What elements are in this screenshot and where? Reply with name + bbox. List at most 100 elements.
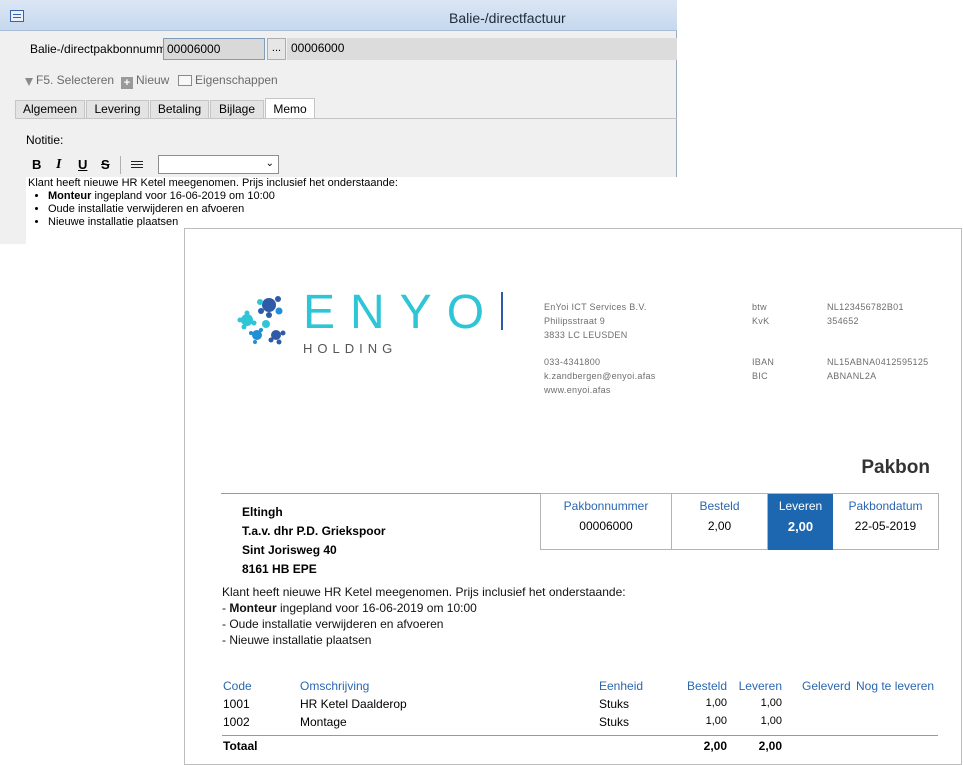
company-website: www.enyoi.afas (544, 385, 611, 395)
packing-slip-document: ENYO HOLDING EnYoi ICT Services B.V. Phi… (184, 228, 962, 765)
customer-address: Eltingh T.a.v. dhr P.D. Griekspoor Sint … (242, 503, 386, 579)
chevron-down-icon: ⌄ (265, 158, 274, 169)
tab-divider (15, 118, 677, 119)
memo-intro: Klant heeft nieuwe HR Ketel meegenomen. … (28, 177, 398, 189)
select-button[interactable]: F5. Selecteren (25, 73, 114, 87)
tab-betaling[interactable]: Betaling (150, 100, 209, 118)
total-leveren: 2,00 (758, 739, 782, 753)
company-name: EnYoi ICT Services B.V. (544, 302, 647, 312)
company-email: k.zandbergen@enyoi.afas (544, 371, 656, 381)
memo-list: Monteur ingepland voor 16-06-2019 om 10:… (28, 190, 677, 229)
title-bar: Balie-/directfactuur (0, 0, 677, 31)
customer-street: Sint Jorisweg 40 (242, 543, 337, 557)
notes-text: ingepland voor 16-06-2019 om 10:00 (276, 601, 477, 615)
info-label: Besteld (699, 499, 740, 513)
table-header-row: Code Omschrijving Eenheid Besteld Levere… (222, 679, 938, 696)
select-button-label: F5. Selecteren (36, 73, 115, 87)
pakbon-number-label: Balie-/directpakbonnummer: (30, 42, 181, 56)
info-pakbondatum: Pakbondatum 22-05-2019 (833, 494, 938, 550)
info-label: Pakbondatum (848, 499, 923, 513)
properties-button[interactable]: Eigenschappen (178, 73, 278, 87)
plus-icon: + (121, 77, 133, 89)
italic-button[interactable]: I (56, 157, 61, 173)
header-nog-te-leveren: Nog te leveren (856, 679, 935, 693)
company-city: 3833 LC LEUSDEN (544, 330, 628, 340)
customer-name: Eltingh (242, 505, 283, 519)
strikethrough-button[interactable]: S (101, 157, 110, 172)
notes-intro: Klant heeft nieuwe HR Ketel meegenomen. … (222, 585, 626, 599)
bank-labels: IBAN BIC (752, 355, 774, 383)
form-icon (10, 10, 24, 22)
properties-icon (178, 75, 192, 86)
logo-subtitle: HOLDING (303, 341, 398, 356)
tab-bijlage[interactable]: Bijlage (210, 100, 264, 118)
header-code: Code (223, 679, 252, 693)
total-besteld: 2,00 (703, 739, 727, 753)
company-phone: 033-4341800 (544, 357, 601, 367)
info-leveren: Leveren 2,00 (768, 494, 833, 550)
total-label: Totaal (223, 739, 258, 753)
logo-divider (501, 292, 503, 330)
btw-value: NL123456782B01 (827, 302, 904, 312)
header-geleverd: Geleverd (802, 679, 851, 693)
pakbon-number-input[interactable]: 00006000 (163, 38, 265, 60)
balie-window: Balie-/directfactuur Balie-/directpakbon… (0, 0, 677, 244)
info-value: 22-05-2019 (854, 519, 917, 533)
notes-bold: Monteur (229, 601, 277, 615)
cell-omschrijving: Montage (300, 715, 347, 729)
properties-button-label: Eigenschappen (195, 73, 278, 87)
arrow-down-icon (25, 78, 33, 86)
cell-leveren: 1,00 (760, 697, 782, 709)
bic-label: BIC (752, 371, 768, 381)
new-button-label: Nieuw (136, 73, 170, 87)
memo-list-item: Monteur ingepland voor 16-06-2019 om 10:… (48, 190, 677, 203)
toolbar-separator (120, 156, 121, 174)
cell-eenheid: Stuks (599, 697, 630, 711)
tax-values: NL123456782B01 354652 (827, 300, 904, 328)
bullet-list-icon[interactable] (131, 159, 143, 170)
company-street: Philipsstraat 9 (544, 316, 606, 326)
cell-eenheid: Stuks (599, 715, 630, 729)
tab-levering[interactable]: Levering (86, 100, 149, 118)
iban-label: IBAN (752, 357, 775, 367)
style-select[interactable]: ⌄ (158, 155, 279, 174)
enyo-logo-icon (237, 296, 286, 345)
header-besteld: Besteld (686, 679, 727, 693)
bic-value: ABNANL2A (827, 371, 877, 381)
pakbon-info-box: Pakbonnummer 00006000 Besteld 2,00 Lever… (540, 493, 939, 550)
info-label: Leveren (778, 499, 823, 513)
pakbon-browse-button[interactable]: ... (267, 38, 286, 60)
cell-besteld: 1,00 (705, 697, 727, 709)
header-eenheid: Eenheid (599, 679, 644, 693)
info-label: Pakbonnummer (563, 499, 649, 513)
underline-button[interactable]: U (78, 157, 87, 172)
company-contact: 033-4341800 k.zandbergen@enyoi.afas www.… (544, 355, 656, 397)
bold-button[interactable]: B (32, 157, 41, 172)
kvk-label: KvK (752, 316, 770, 326)
table-row: 1001 HR Ketel Daalderop Stuks 1,00 1,00 (222, 697, 938, 714)
notitie-label: Notitie: (26, 133, 64, 147)
bank-values: NL15ABNA0412595125 ABNANL2A (827, 355, 928, 383)
info-value: 2,00 (707, 519, 732, 533)
total-rule (222, 735, 938, 736)
new-button[interactable]: + Nieuw (121, 73, 169, 89)
tab-algemeen[interactable]: Algemeen (15, 100, 85, 118)
header-leveren: Leveren (738, 679, 782, 693)
info-besteld: Besteld 2,00 (672, 494, 768, 550)
iban-value: NL15ABNA0412595125 (827, 357, 929, 367)
notes-line: - Oude installatie verwijderen en afvoer… (222, 617, 444, 631)
memo-item-bold: Monteur (48, 190, 92, 202)
notes-line: - Nieuwe installatie plaatsen (222, 633, 372, 647)
memo-item-text: ingepland voor 16-06-2019 om 10:00 (91, 190, 275, 202)
memo-list-item: Oude installatie verwijderen en afvoeren (48, 203, 677, 216)
cell-code: 1002 (223, 715, 250, 729)
logo-wordmark: ENYO (303, 286, 500, 339)
document-notes: Klant heeft nieuwe HR Ketel meegenomen. … (222, 584, 626, 648)
customer-city: 8161 HB EPE (242, 562, 317, 576)
company-address: EnYoi ICT Services B.V. Philipsstraat 9 … (544, 300, 647, 342)
cell-omschrijving: HR Ketel Daalderop (300, 697, 407, 711)
cell-leveren: 1,00 (760, 715, 782, 727)
document-title: Pakbon (861, 457, 930, 478)
tab-memo[interactable]: Memo (265, 98, 315, 119)
cell-besteld: 1,00 (705, 715, 727, 727)
